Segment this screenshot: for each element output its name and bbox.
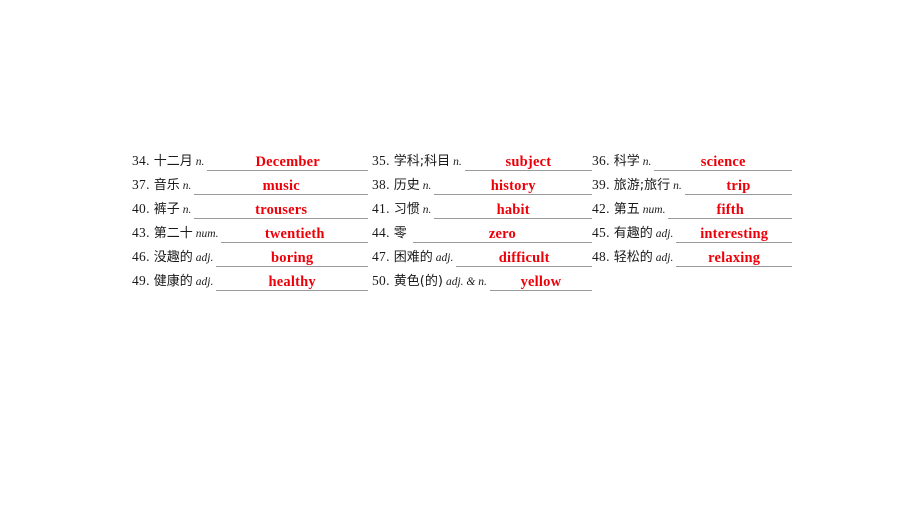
- vocab-entry: 47. 困难的 adj. difficult: [372, 246, 592, 270]
- entry-chinese-term: 第二十: [153, 226, 193, 241]
- vocab-entry: 48. 轻松的 adj. relaxing: [592, 246, 792, 270]
- entry-answer-blank[interactable]: trip: [684, 178, 792, 196]
- entry-answer-blank[interactable]: twentieth: [221, 226, 368, 244]
- vocab-entry: 49. 健康的 adj. healthy: [132, 270, 368, 294]
- entry-answer-blank[interactable]: healthy: [216, 274, 368, 292]
- entry-part-of-speech: adj.: [195, 276, 214, 288]
- vocab-entry: 37. 音乐 n. music: [132, 174, 368, 198]
- entry-number: 34.: [132, 153, 150, 168]
- entry-chinese-term: 十二月: [153, 154, 193, 169]
- entry-chinese-term: 黄色(的): [393, 274, 443, 289]
- answer-column-3: 36. 科学 n. science 39. 旅游;旅行 n. trip 42. …: [592, 150, 792, 270]
- entry-chinese-term: 学科;科目: [393, 154, 451, 169]
- entry-answer-blank[interactable]: subject: [464, 154, 592, 172]
- entry-number: 45.: [592, 225, 610, 240]
- entry-number: 35.: [372, 153, 390, 168]
- entry-answer-blank[interactable]: fifth: [668, 202, 792, 220]
- entry-part-of-speech: n.: [422, 204, 432, 216]
- entry-answer-blank[interactable]: difficult: [456, 250, 592, 268]
- entry-answer-blank[interactable]: boring: [216, 250, 368, 268]
- entry-number: 38.: [372, 177, 390, 192]
- entry-part-of-speech: adj. & n.: [445, 276, 487, 288]
- entry-answer-blank[interactable]: music: [194, 178, 368, 196]
- entry-part-of-speech: n.: [182, 180, 192, 192]
- entry-chinese-term: 旅游;旅行: [613, 178, 671, 193]
- answer-column-2: 35. 学科;科目 n. subject 38. 历史 n. history 4…: [372, 150, 592, 294]
- entry-part-of-speech: num.: [195, 228, 219, 240]
- vocab-entry: 40. 裤子 n. trousers: [132, 198, 368, 222]
- vocab-entry: 36. 科学 n. science: [592, 150, 792, 174]
- vocab-entry: 50. 黄色(的) adj. & n. yellow: [372, 270, 592, 294]
- entry-part-of-speech: adj.: [195, 252, 214, 264]
- entry-chinese-term: 历史: [393, 178, 420, 193]
- entry-number: 49.: [132, 273, 150, 288]
- entry-number: 48.: [592, 249, 610, 264]
- entry-answer-blank[interactable]: yellow: [489, 274, 592, 292]
- entry-part-of-speech: adj.: [655, 252, 674, 264]
- entry-part-of-speech: n.: [642, 156, 652, 168]
- answer-column-1: 34. 十二月 n. December 37. 音乐 n. music 40. …: [132, 150, 368, 294]
- entry-part-of-speech: n.: [453, 156, 462, 168]
- entry-number: 37.: [132, 177, 150, 192]
- entry-number: 44.: [372, 225, 390, 240]
- entry-answer-blank[interactable]: zero: [412, 226, 592, 244]
- entry-number: 42.: [592, 201, 610, 216]
- vocab-entry: 42. 第五 num. fifth: [592, 198, 792, 222]
- vocab-entry: 44. 零 zero: [372, 222, 592, 246]
- entry-chinese-term: 零: [393, 226, 407, 241]
- entry-chinese-term: 第五: [613, 202, 640, 217]
- vocab-entry: 46. 没趣的 adj. boring: [132, 246, 368, 270]
- vocab-entry: 35. 学科;科目 n. subject: [372, 150, 592, 174]
- entry-number: 39.: [592, 177, 610, 192]
- entry-answer-blank[interactable]: interesting: [676, 226, 792, 244]
- worksheet-page: 34. 十二月 n. December 37. 音乐 n. music 40. …: [0, 0, 920, 518]
- entry-number: 36.: [592, 153, 610, 168]
- entry-number: 41.: [372, 201, 390, 216]
- vocab-entry: 38. 历史 n. history: [372, 174, 592, 198]
- entry-chinese-term: 健康的: [153, 274, 193, 289]
- entry-part-of-speech: adj.: [655, 228, 674, 240]
- vocab-entry: 39. 旅游;旅行 n. trip: [592, 174, 792, 198]
- entry-chinese-term: 科学: [613, 154, 640, 169]
- entry-chinese-term: 困难的: [393, 250, 433, 265]
- vocab-entry: 43. 第二十 num. twentieth: [132, 222, 368, 246]
- entry-number: 43.: [132, 225, 150, 240]
- entry-answer-blank[interactable]: trousers: [194, 202, 368, 220]
- entry-answer-blank[interactable]: science: [654, 154, 792, 172]
- entry-chinese-term: 有趣的: [613, 226, 653, 241]
- entry-part-of-speech: n.: [195, 156, 205, 168]
- entry-part-of-speech: n.: [673, 180, 682, 192]
- entry-part-of-speech: n.: [182, 204, 192, 216]
- entry-chinese-term: 音乐: [153, 178, 180, 193]
- entry-number: 50.: [372, 273, 390, 288]
- entry-chinese-term: 轻松的: [613, 250, 653, 265]
- entry-chinese-term: 没趣的: [153, 250, 193, 265]
- entry-part-of-speech: num.: [642, 204, 666, 216]
- entry-number: 47.: [372, 249, 390, 264]
- vocab-entry: 45. 有趣的 adj. interesting: [592, 222, 792, 246]
- entry-part-of-speech: n.: [422, 180, 432, 192]
- entry-number: 40.: [132, 201, 150, 216]
- vocab-entry: 41. 习惯 n. habit: [372, 198, 592, 222]
- vocab-entry: 34. 十二月 n. December: [132, 150, 368, 174]
- entry-answer-blank[interactable]: history: [434, 178, 592, 196]
- entry-answer-blank[interactable]: December: [207, 154, 368, 172]
- entry-chinese-term: 裤子: [153, 202, 180, 217]
- entry-number: 46.: [132, 249, 150, 264]
- entry-part-of-speech: adj.: [435, 252, 454, 264]
- entry-answer-blank[interactable]: habit: [434, 202, 592, 220]
- entry-chinese-term: 习惯: [393, 202, 420, 217]
- entry-answer-blank[interactable]: relaxing: [676, 250, 792, 268]
